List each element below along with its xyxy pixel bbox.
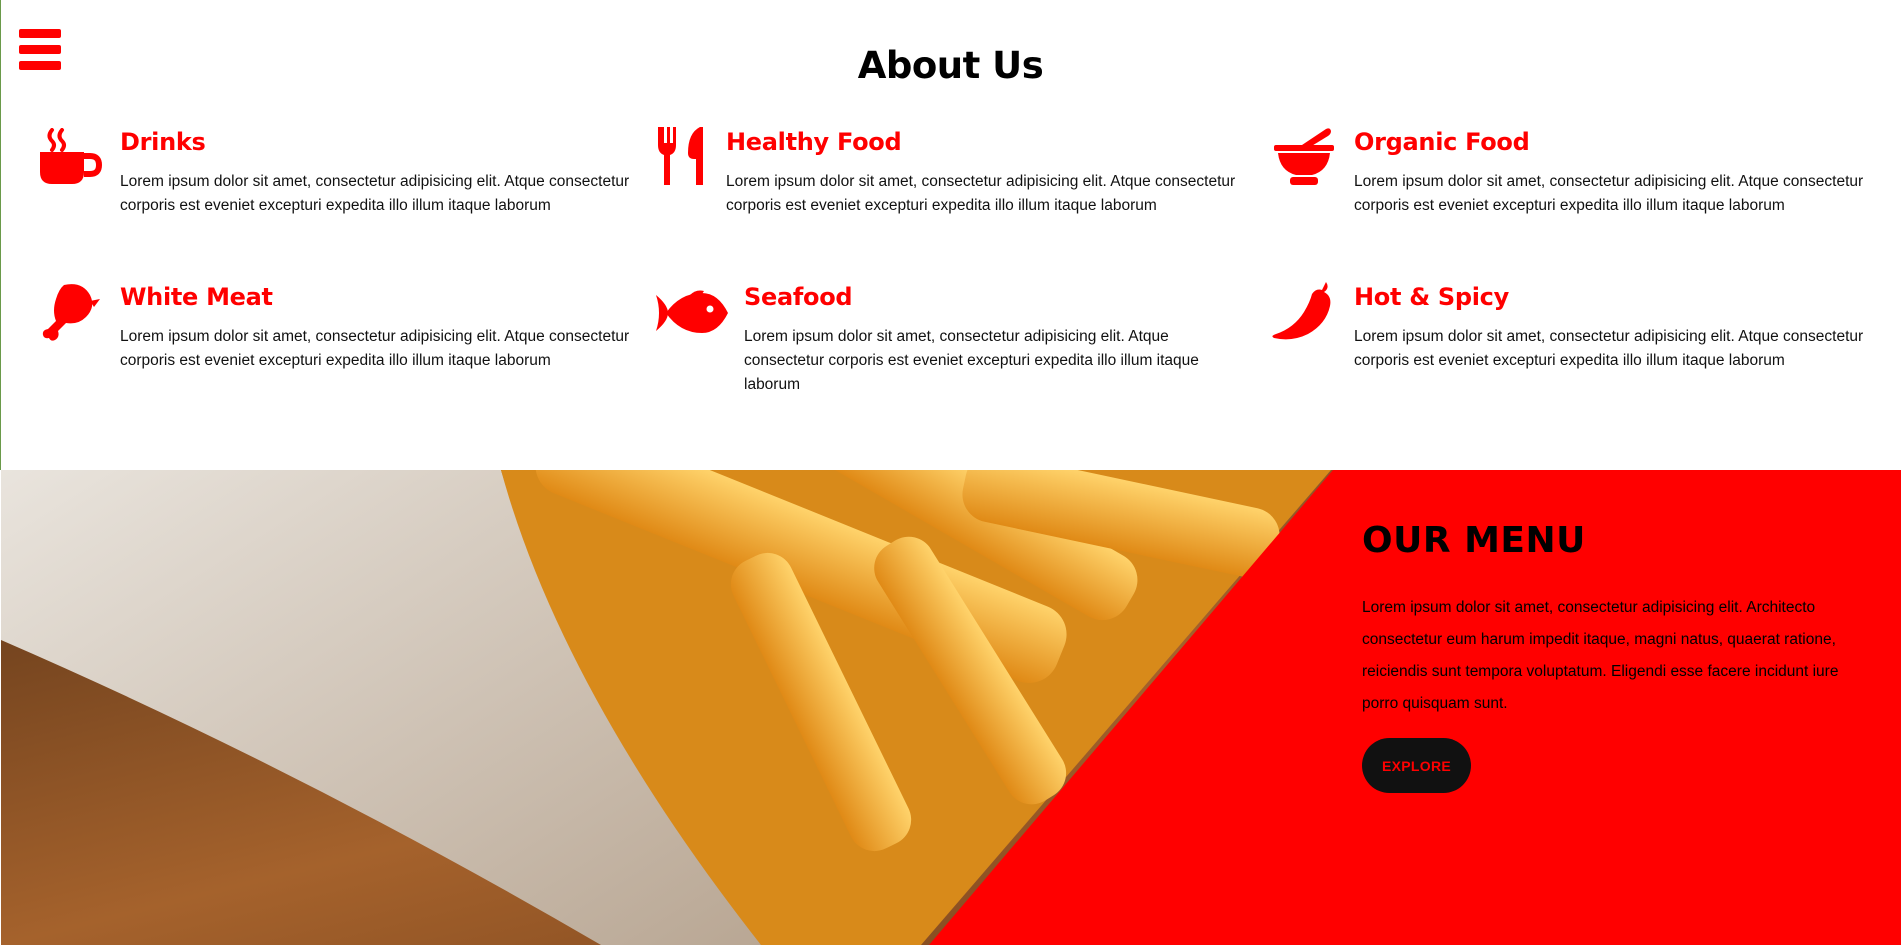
feature-text: Lorem ipsum dolor sit amet, consectetur … [120, 328, 630, 369]
our-menu-text: Lorem ipsum dolor sit amet, consectetur … [1362, 599, 1839, 712]
feature-white-meat: White Meat Lorem ipsum dolor sit amet, c… [38, 283, 638, 383]
chili-pepper-icon [1272, 282, 1331, 340]
feature-title: Drinks [120, 128, 206, 156]
feature-title: White Meat [120, 283, 273, 311]
feature-title: Healthy Food [726, 128, 902, 156]
explore-button[interactable]: EXPLORE [1362, 738, 1471, 793]
feature-hot-spicy: Hot & Spicy Lorem ipsum dolor sit amet, … [1272, 282, 1872, 383]
feature-text: Lorem ipsum dolor sit amet, consectetur … [120, 173, 630, 214]
feature-healthy-food: Healthy Food Lorem ipsum dolor sit amet,… [656, 127, 1256, 228]
fork-knife-icon [658, 127, 703, 185]
feature-text: Lorem ipsum dolor sit amet, consectetur … [744, 328, 1199, 393]
fish-icon [656, 290, 728, 333]
feature-title: Hot & Spicy [1354, 283, 1509, 311]
section-title: About Us [857, 44, 1044, 87]
feature-text: Lorem ipsum dolor sit amet, consectetur … [726, 173, 1236, 214]
mortar-pestle-icon [1274, 128, 1334, 185]
feature-text: Lorem ipsum dolor sit amet, consectetur … [1354, 173, 1864, 214]
feature-text: Lorem ipsum dolor sit amet, consectetur … [1354, 328, 1864, 369]
our-menu-title: OUR MENU [1362, 520, 1586, 561]
drumstick-icon [42, 284, 100, 341]
feature-seafood: Seafood Lorem ipsum dolor sit amet, cons… [656, 283, 1256, 403]
coffee-cup-icon [40, 128, 102, 184]
feature-title: Organic Food [1354, 128, 1530, 156]
feature-organic-food: Organic Food Lorem ipsum dolor sit amet,… [1272, 128, 1872, 228]
feature-title: Seafood [744, 283, 853, 311]
feature-drinks: Drinks Lorem ipsum dolor sit amet, conse… [38, 128, 638, 228]
